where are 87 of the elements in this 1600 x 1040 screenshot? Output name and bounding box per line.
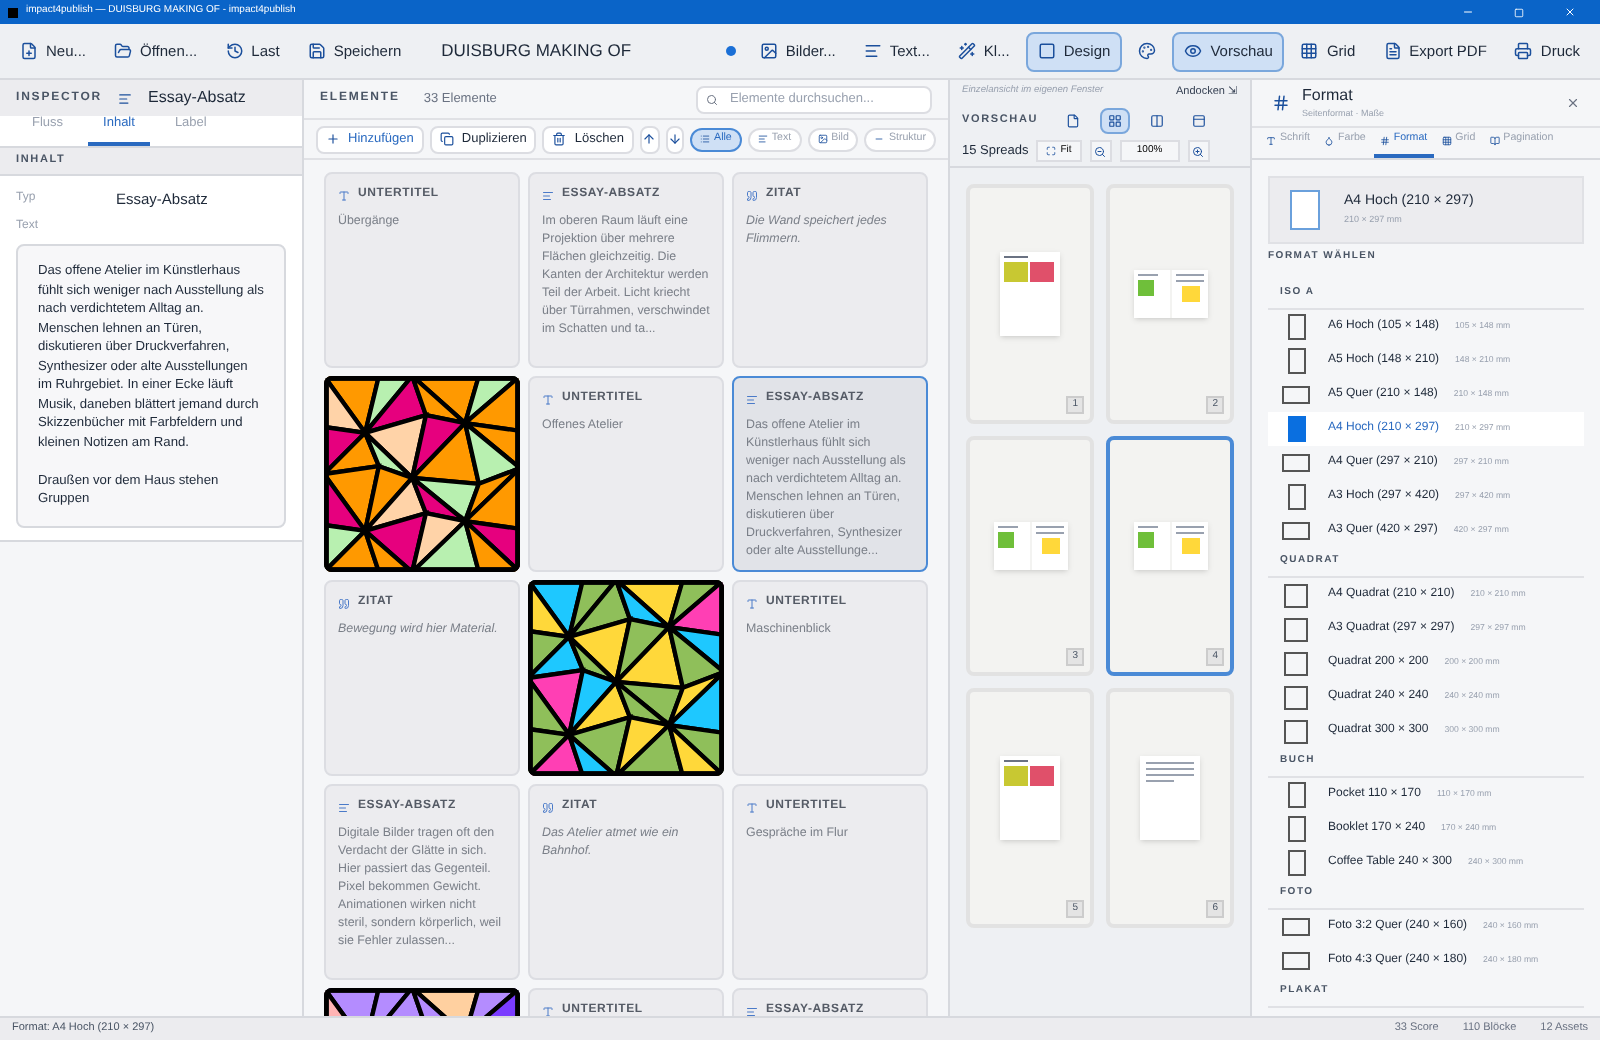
page-thumbnail-drawing (1000, 756, 1060, 841)
toolbar-icon (114, 42, 133, 60)
element-type-icon (542, 801, 554, 813)
toolbar-icon (863, 42, 882, 60)
image-card[interactable] (528, 580, 724, 776)
zoom-in-button[interactable] (1187, 140, 1210, 162)
tab-icon (1324, 135, 1335, 146)
format-shape-icon (1287, 348, 1305, 374)
toolbar-icon (1300, 42, 1319, 60)
tab-icon (1441, 135, 1452, 146)
element-type-icon (746, 801, 758, 813)
tab-icon (1379, 135, 1390, 146)
toolbar-icon (1184, 42, 1203, 60)
toolbar-icon (20, 42, 38, 60)
panel-heading: Format (1302, 84, 1355, 109)
element-type-icon (542, 393, 554, 405)
format-icon (1272, 94, 1290, 112)
view-icon (1192, 113, 1207, 127)
maximize-icon[interactable] (1514, 7, 1524, 17)
element-type-icon (746, 393, 758, 405)
element-type-icon (338, 597, 350, 609)
toolbar-icon (1383, 42, 1402, 60)
format-shape-icon (1287, 416, 1305, 442)
move-up-button[interactable] (640, 125, 660, 153)
page-shape-icon (1290, 190, 1320, 230)
format-shape-icon (1284, 685, 1308, 709)
format-shape-icon (1287, 850, 1305, 876)
filter-icon (700, 134, 711, 144)
inspector-subtitle: Essay-Absatz (148, 86, 246, 110)
view-icon (1108, 113, 1123, 127)
app-icon (8, 7, 18, 17)
element-type-icon (338, 801, 350, 813)
document-title: DUISBURG MAKING OF (441, 38, 632, 64)
toolbar-icon (307, 42, 326, 60)
format-shape-icon (1284, 583, 1308, 607)
search-icon (706, 93, 718, 105)
element-type-icon (746, 1005, 758, 1016)
spread-thumbnail-drawing (1133, 270, 1207, 319)
tab-icon (1489, 135, 1500, 146)
toolbar-icon (1138, 42, 1157, 60)
format-shape-icon (1282, 918, 1310, 936)
format-shape-icon (1287, 314, 1305, 340)
element-type-icon (542, 1005, 554, 1016)
action-icon (326, 132, 340, 146)
view-icon (1150, 113, 1165, 127)
format-shape-icon (1287, 782, 1305, 808)
image-card[interactable] (324, 376, 520, 572)
toolbar-icon (957, 42, 976, 60)
arrow-down-icon (667, 132, 682, 146)
format-shape-icon (1287, 816, 1305, 842)
element-type-icon (746, 189, 758, 201)
toolbar-icon (759, 42, 778, 60)
format-shape-icon (1282, 522, 1310, 540)
toolbar-icon (1514, 42, 1533, 60)
close-icon[interactable] (1566, 96, 1580, 110)
zoom-in-icon (1192, 145, 1205, 157)
format-shape-icon (1284, 719, 1308, 743)
spread-thumbnail-drawing (993, 522, 1067, 571)
format-shape-icon (1287, 484, 1305, 510)
format-shape-icon (1282, 386, 1310, 404)
filter-icon (817, 134, 828, 144)
element-type-icon (338, 189, 350, 201)
spread-thumbnail-drawing (1133, 522, 1207, 571)
element-type-icon (542, 189, 554, 201)
toolbar-icon (225, 42, 244, 60)
format-shape-icon (1284, 617, 1308, 641)
view-icon (1066, 113, 1081, 127)
paragraph-icon (118, 91, 132, 105)
page-thumbnail-drawing (1000, 252, 1060, 337)
element-type-icon (746, 597, 758, 609)
format-shape-icon (1284, 651, 1308, 675)
filter-icon (874, 134, 885, 144)
action-icon (439, 132, 454, 146)
tab-icon (1266, 135, 1276, 146)
zoom-out-icon (1094, 145, 1107, 157)
zoom-out-button[interactable] (1089, 140, 1112, 162)
arrow-up-icon (642, 132, 657, 146)
minimize-icon[interactable] (1462, 6, 1474, 18)
format-shape-icon (1282, 952, 1310, 970)
move-down-button[interactable] (665, 125, 685, 153)
fit-icon (1046, 146, 1057, 156)
view-mode-button[interactable] (1100, 107, 1131, 133)
toolbar-icon (1037, 42, 1056, 60)
filter-icon (757, 134, 768, 144)
page-thumbnail-drawing (1140, 756, 1200, 841)
format-shape-icon (1282, 454, 1310, 472)
action-icon (552, 132, 567, 146)
